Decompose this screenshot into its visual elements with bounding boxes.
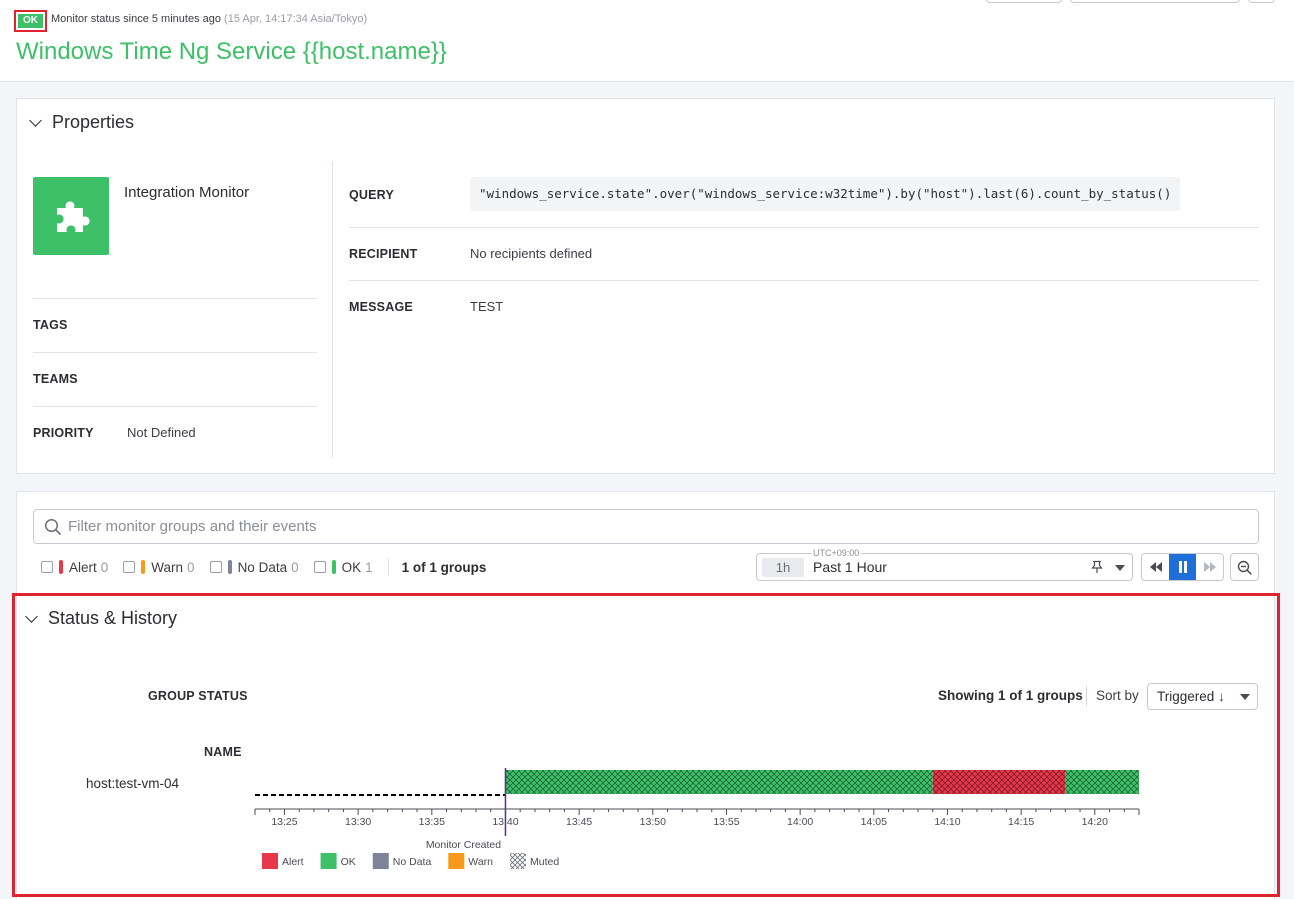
muted-hatch — [932, 770, 1066, 794]
legend-swatch-alert — [262, 853, 278, 869]
muted-hatch — [505, 770, 933, 794]
monitor-created-label: Monitor Created — [426, 839, 501, 851]
x-tick-label: 13:50 — [640, 816, 666, 828]
x-tick-label: 14:15 — [1008, 816, 1034, 828]
x-tick-label: 14:00 — [787, 816, 813, 828]
x-tick-label: 13:25 — [271, 816, 297, 828]
legend-swatch-no-data — [372, 853, 389, 869]
legend-label: Alert — [282, 856, 304, 868]
x-tick-label: 13:55 — [713, 816, 739, 828]
legend-swatch-ok — [320, 853, 337, 869]
legend-swatch-warn — [448, 853, 465, 869]
legend-label: OK — [341, 856, 356, 868]
x-tick-label: 13:30 — [345, 816, 371, 828]
x-tick-label: 13:40 — [492, 816, 518, 828]
status-timeline-chart: Monitor Created 13:25 13:30 13:35 13:40 13:4… — [254, 768, 1140, 869]
x-tick-label: 14:20 — [1082, 816, 1108, 828]
x-tick-label: 14:10 — [934, 816, 960, 828]
x-tick-label: 13:45 — [566, 816, 592, 828]
x-tick-label: 13:35 — [419, 816, 445, 828]
legend-swatch-muted — [510, 853, 526, 869]
x-tick-label: 14:05 — [861, 816, 887, 828]
muted-hatch — [1065, 770, 1139, 794]
legend-label: Warn — [468, 856, 493, 868]
legend-label: No Data — [393, 856, 432, 868]
legend-label: Muted — [530, 856, 559, 868]
